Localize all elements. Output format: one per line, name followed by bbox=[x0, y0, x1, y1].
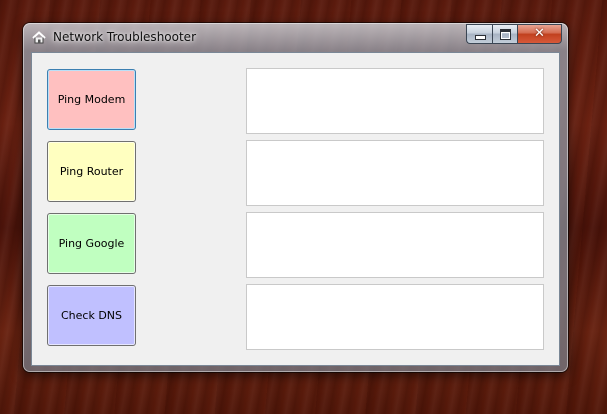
ping-router-button[interactable]: Ping Router bbox=[47, 141, 136, 202]
title-bar[interactable]: Network Troubleshooter ✕ bbox=[23, 23, 568, 51]
client-area: Ping Modem Ping Router Ping Google Check… bbox=[31, 52, 560, 366]
maximize-button[interactable] bbox=[492, 24, 517, 44]
minimize-icon bbox=[475, 35, 486, 40]
maximize-icon bbox=[500, 29, 511, 40]
check-dns-button[interactable]: Check DNS bbox=[47, 285, 136, 346]
caption-buttons: ✕ bbox=[466, 24, 562, 44]
ping-router-output[interactable] bbox=[246, 140, 544, 206]
app-window: Network Troubleshooter ✕ Ping Modem Ping… bbox=[23, 23, 568, 372]
ping-modem-button[interactable]: Ping Modem bbox=[47, 69, 136, 130]
close-icon: ✕ bbox=[534, 26, 545, 41]
home-network-icon bbox=[32, 31, 46, 44]
desktop-background: Network Troubleshooter ✕ Ping Modem Ping… bbox=[0, 0, 607, 414]
check-dns-output[interactable] bbox=[246, 284, 544, 350]
window-title: Network Troubleshooter bbox=[53, 30, 196, 44]
ping-google-button[interactable]: Ping Google bbox=[47, 213, 136, 274]
ping-modem-output[interactable] bbox=[246, 68, 544, 134]
minimize-button[interactable] bbox=[466, 24, 492, 44]
close-button[interactable]: ✕ bbox=[517, 24, 562, 44]
ping-google-output[interactable] bbox=[246, 212, 544, 278]
